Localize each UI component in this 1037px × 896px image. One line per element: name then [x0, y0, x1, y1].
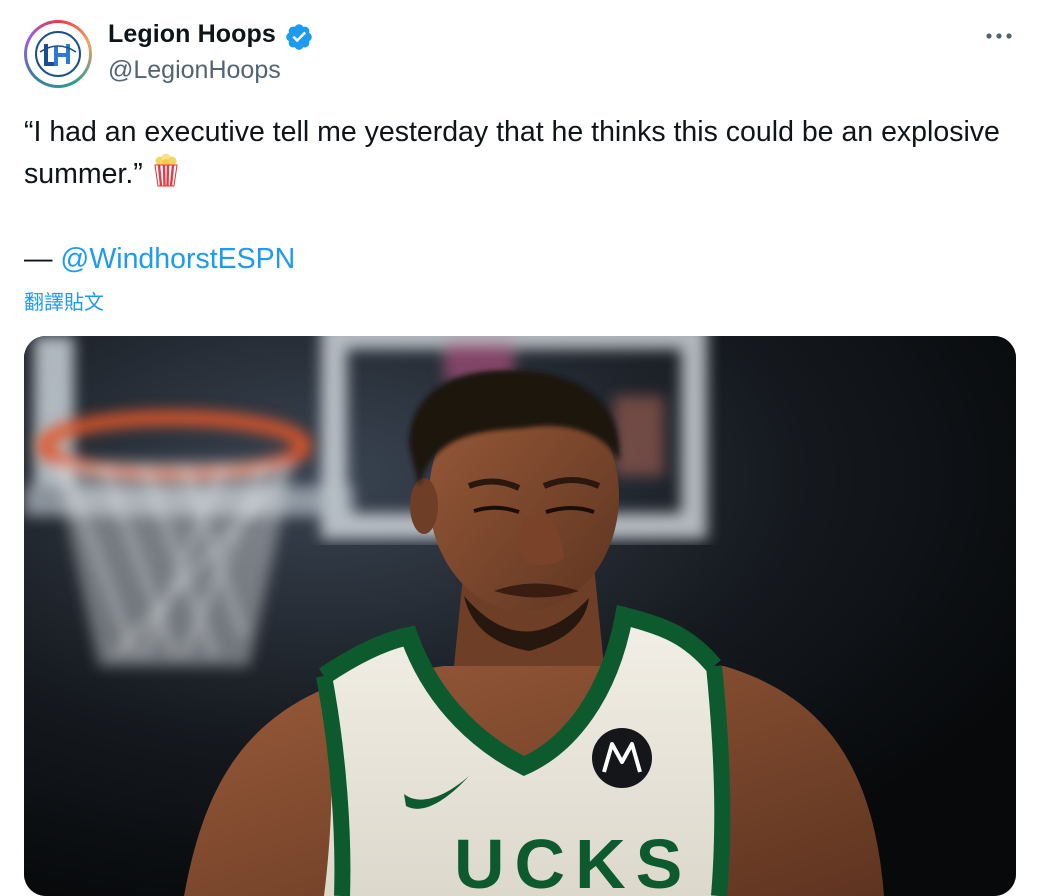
tweet-text: “I had an executive tell me yesterday th… [24, 111, 1014, 195]
attribution-dash: — [24, 243, 61, 275]
sponsor-logo-icon [592, 728, 652, 788]
avatar[interactable] [24, 20, 92, 88]
translate-post-link[interactable]: 翻譯貼文 [24, 286, 104, 315]
display-name[interactable]: Legion Hoops [108, 20, 276, 49]
avatar-logo [27, 23, 89, 85]
jersey-lettering: UCKS [454, 825, 692, 896]
basketball-player-photo: UCKS [24, 336, 1016, 896]
more-options-button[interactable] [980, 22, 1020, 50]
popcorn-icon [154, 153, 178, 187]
tweet-media-image[interactable]: UCKS [24, 336, 1016, 896]
more-dots-icon [986, 33, 1012, 39]
tweet: Legion Hoops @LegionHoops “I had an exec… [0, 0, 1037, 896]
attribution: — @WindhorstESPN [24, 238, 295, 280]
mention-link[interactable]: @WindhorstESPN [60, 243, 295, 275]
account-handle[interactable]: @LegionHoops [108, 56, 281, 85]
verified-badge-icon [286, 24, 312, 50]
legion-hoops-logo-icon [35, 31, 81, 77]
